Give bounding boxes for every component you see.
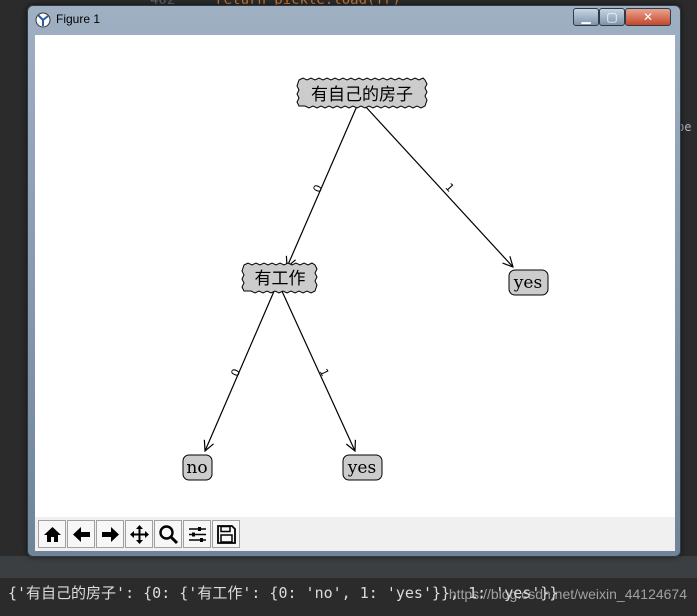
figure-window: Figure 1 ▁ ▢ ✕ 0 1 0 1 有自己的房子 有工作 yes no… [27,5,681,557]
internal-node-label: 有工作 [255,269,306,289]
window-titlebar[interactable]: Figure 1 ▁ ▢ ✕ [28,6,680,34]
home-icon [44,527,61,542]
home-button[interactable] [38,520,66,548]
console-header [0,556,697,578]
zoom-icon [159,525,179,545]
edge-label-internal-to-yes: 1 [317,367,332,379]
leaf-node-yes-work: yes [342,454,383,481]
navigation-toolbar [35,517,675,551]
save-button[interactable] [212,520,240,548]
root-node-label: 有自己的房子 [311,85,413,105]
back-icon [73,527,90,542]
minimize-button[interactable]: ▁ [573,8,599,26]
close-button[interactable]: ✕ [625,8,671,26]
root-decision-node: 有自己的房子 [296,77,428,109]
configure-subplots-icon [189,527,206,542]
configure-subplots-button[interactable] [183,520,211,548]
leaf-node-no: no [182,454,213,481]
back-button[interactable] [67,520,95,548]
pan-icon [130,525,149,544]
app-icon [35,12,51,28]
maximize-button[interactable]: ▢ [599,8,625,26]
internal-decision-node: 有工作 [241,262,318,294]
edge-root-to-yes [364,105,513,267]
watermark: https://blog.csdn.net/weixin_44124674 [448,586,687,602]
leaf-label-no: no [186,458,207,478]
leaf-node-yes-root: yes [508,269,549,296]
decision-tree-diagram: 0 1 0 1 有自己的房子 有工作 yes no yes [182,77,549,481]
save-icon [217,525,236,544]
edge-root-to-internal [287,105,358,267]
zoom-button[interactable] [154,520,182,548]
edge-internal-to-yes [280,288,355,451]
edge-internal-to-no [205,288,276,451]
forward-button[interactable] [96,520,124,548]
figure-canvas[interactable]: 0 1 0 1 有自己的房子 有工作 yes no yes [35,35,675,517]
leaf-label-yes-root: yes [513,273,542,293]
window-title: Figure 1 [56,12,101,26]
pan-button[interactable] [125,520,153,548]
leaf-label-yes-work: yes [347,458,376,478]
forward-icon [102,527,119,542]
